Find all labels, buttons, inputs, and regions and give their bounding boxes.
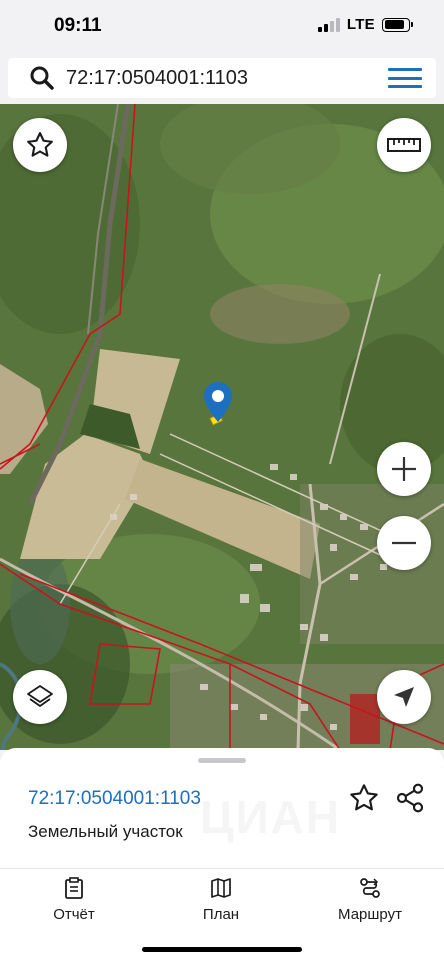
nav-plan-label: План [202, 906, 240, 923]
nav-route[interactable]: Маршрут [315, 877, 425, 923]
layers-button[interactable] [13, 670, 67, 724]
nav-report-label: Отчёт [53, 906, 95, 923]
search-input[interactable] [66, 66, 376, 90]
search-icon[interactable] [22, 58, 62, 98]
battery-icon [382, 17, 413, 32]
parcel-type: Земельный участок [28, 822, 183, 841]
nav-plan[interactable]: План [166, 877, 276, 923]
search-bar [8, 58, 436, 98]
sheet-grabber[interactable] [198, 758, 246, 763]
layers-icon [27, 685, 53, 707]
navigation-arrow-icon [394, 687, 414, 707]
plus-icon [392, 457, 416, 481]
map-plan-icon [211, 878, 231, 898]
share-icon[interactable] [394, 782, 426, 814]
status-bar: 09:11 LTE [0, 0, 444, 52]
zoom-in-button[interactable] [377, 442, 431, 496]
zoom-out-button[interactable] [377, 516, 431, 570]
status-indicators: LTE [317, 16, 413, 33]
favorite-star-button[interactable] [13, 118, 67, 172]
satellite-map[interactable] [0, 104, 444, 750]
map-view[interactable] [0, 104, 444, 750]
home-indicator[interactable] [142, 947, 302, 952]
ruler-icon [387, 138, 421, 152]
location-pin-icon[interactable] [204, 382, 232, 422]
ruler-button[interactable] [377, 118, 431, 172]
cellular-signal-icon [317, 17, 340, 32]
nav-report[interactable]: Отчёт [19, 877, 129, 923]
minus-icon [392, 541, 416, 545]
parcel-info-sheet[interactable]: ЦИАН 72:17:0504001:1103 Земельный участо… [0, 748, 444, 868]
star-outline-icon[interactable] [348, 782, 380, 814]
route-icon [360, 878, 380, 898]
star-outline-icon [27, 132, 53, 157]
report-clipboard-icon [65, 877, 83, 899]
watermark: ЦИАН [200, 790, 341, 844]
nav-route-label: Маршрут [338, 906, 402, 923]
parcel-id-link[interactable]: 72:17:0504001:1103 [28, 788, 201, 810]
hamburger-menu-icon[interactable] [388, 68, 422, 88]
bottom-navigation: Отчёт План Маршрут [0, 868, 444, 960]
my-location-button[interactable] [377, 670, 431, 724]
status-time: 09:11 [54, 15, 102, 36]
network-type: LTE [346, 16, 375, 33]
